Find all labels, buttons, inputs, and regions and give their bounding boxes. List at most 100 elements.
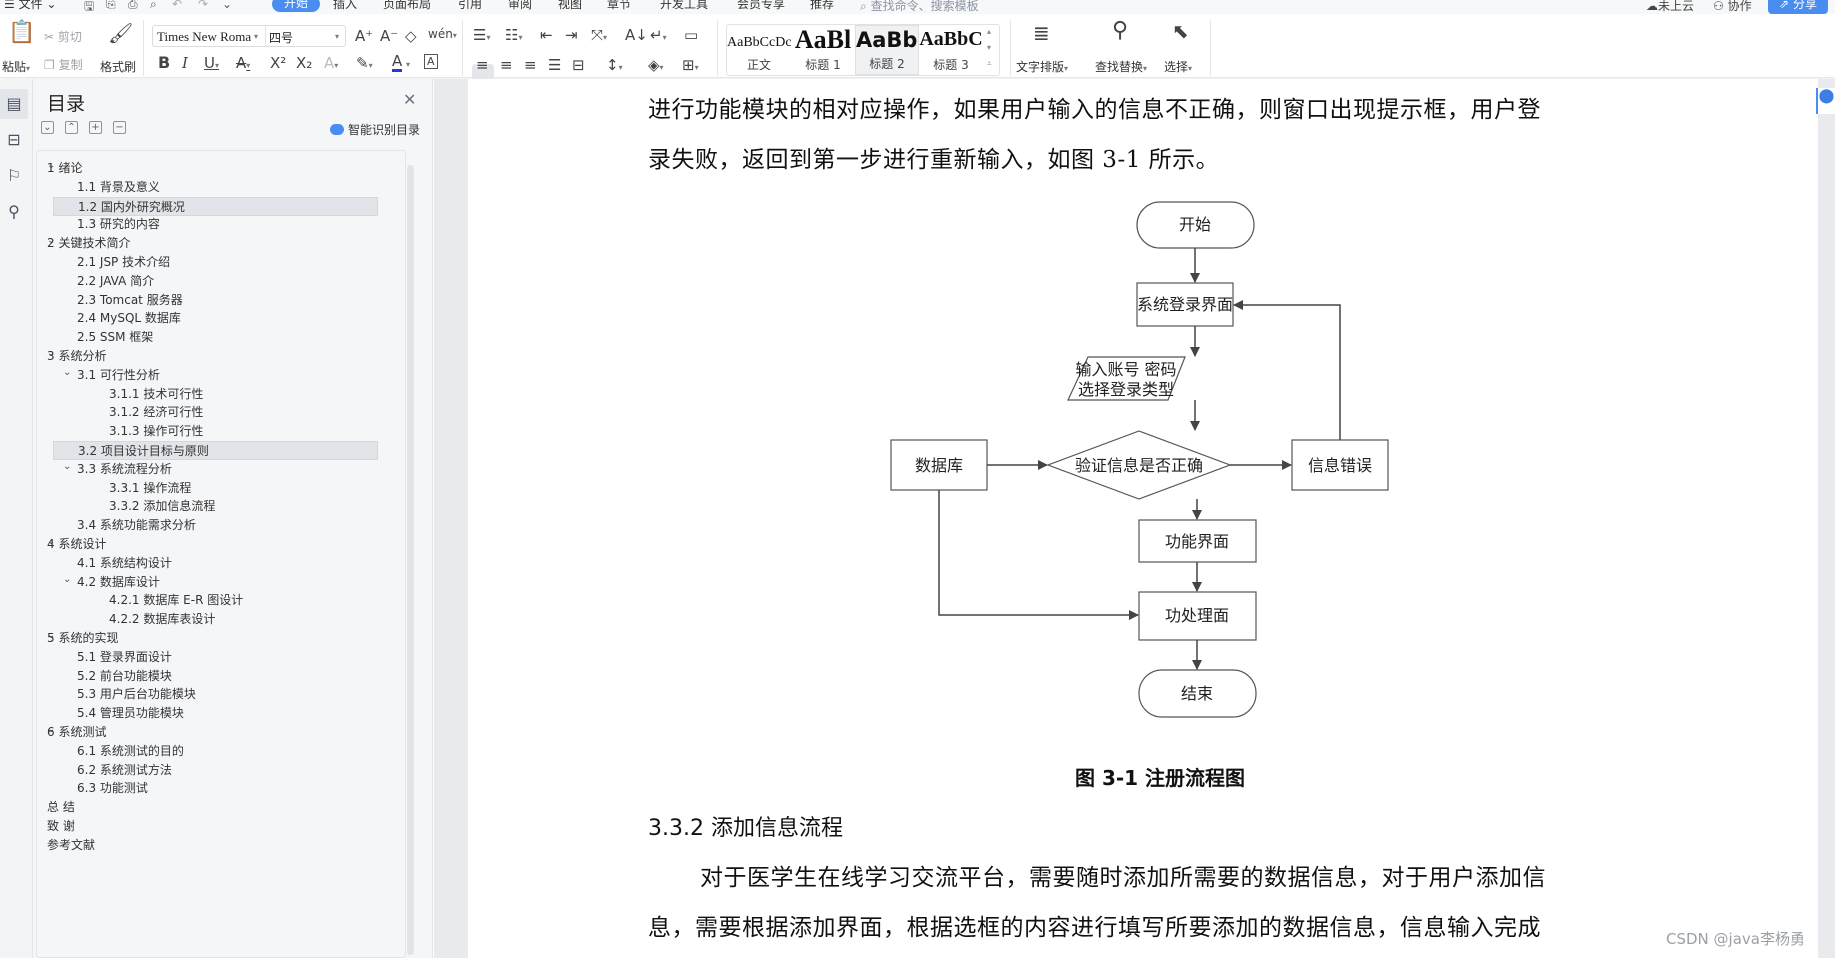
location-pin-icon[interactable]: ⬤ — [1816, 88, 1835, 114]
find-icon[interactable]: ⚲ — [1112, 20, 1128, 42]
toc-item[interactable]: ⌄ 5 系统的实现 — [47, 629, 378, 648]
undo-icon[interactable]: ↶ — [172, 0, 182, 11]
format-painter-icon[interactable]: 🖌 — [108, 23, 133, 43]
align-left-icon[interactable]: ≡ — [476, 56, 489, 74]
toc-item[interactable]: 3.1.1 技术可行性 — [53, 385, 378, 404]
toc-item[interactable]: 5.4 管理员功能模块 — [53, 704, 378, 723]
chevron-down-icon[interactable]: ⌄ — [63, 570, 71, 589]
toc-scrollbar[interactable] — [407, 165, 414, 955]
add-heading-icon[interactable]: + — [89, 121, 102, 134]
toc-item[interactable]: 5.1 登录界面设计 — [53, 648, 378, 667]
char-border-icon[interactable]: A — [424, 54, 438, 69]
select-button[interactable]: 选择▾ — [1164, 58, 1192, 75]
toc-item[interactable]: 1.2 国内外研究概况 — [53, 196, 378, 216]
toc-item[interactable]: 3.3.1 操作流程 — [53, 479, 378, 498]
distribute-icon[interactable]: ⊟ — [572, 56, 585, 74]
line-spacing-icon[interactable]: ↕▾ — [606, 56, 623, 77]
styles-expand-icon[interactable]: ⩡ — [987, 59, 992, 69]
toc-item[interactable]: 5.3 用户后台功能模块 — [53, 685, 378, 704]
font-size-input[interactable]: 四号 — [269, 29, 293, 46]
underline-icon[interactable]: U▾ — [204, 54, 219, 75]
text-direction-icon[interactable]: ⤧▾ — [591, 26, 607, 47]
toc-item[interactable]: 4.2.1 数据库 E-R 图设计 — [53, 591, 378, 610]
tab-member[interactable]: 会员专享 — [737, 0, 785, 11]
toc-item[interactable]: 2.3 Tomcat 服务器 — [53, 291, 378, 310]
paste-button[interactable]: 粘贴▾ — [2, 58, 30, 75]
bold-icon[interactable]: B — [158, 54, 170, 72]
style-heading-2[interactable]: AaBb( 标题 2 — [855, 25, 919, 75]
pinyin-guide-icon[interactable]: wén▾ — [428, 25, 457, 45]
toc-item[interactable]: 4.1 系统结构设计 — [53, 554, 378, 573]
smart-toc-button[interactable]: 智能识别目录 — [330, 121, 420, 138]
paragraph-mark-icon[interactable]: ↵▾ — [650, 26, 667, 47]
expand-up-icon[interactable]: ⌃ — [65, 121, 78, 134]
justify-icon[interactable]: ☰ — [548, 56, 561, 74]
redo-icon[interactable]: ↷ — [198, 0, 208, 11]
style-normal[interactable]: AaBbCcDc 正文 — [727, 25, 791, 75]
toc-item[interactable]: 2.2 JAVA 简介 — [53, 272, 378, 291]
bullet-list-icon[interactable]: ☰▾ — [473, 26, 490, 47]
styles-scroll-up-icon[interactable]: ▴ — [987, 27, 991, 36]
highlight-icon[interactable]: ✎▾ — [356, 54, 373, 75]
style-heading-1[interactable]: AaBl 标题 1 — [791, 25, 855, 75]
toc-item[interactable]: 4.2.2 数据库表设计 — [53, 610, 378, 629]
shading-icon[interactable]: ◈▾ — [648, 56, 664, 77]
text-layout-icon[interactable]: ≣ — [1033, 23, 1050, 43]
styles-scroll-down-icon[interactable]: ▾ — [987, 43, 991, 52]
remove-heading-icon[interactable]: − — [113, 121, 126, 134]
sort-icon[interactable]: A↓ — [625, 26, 648, 44]
toc-item[interactable]: 3.4 系统功能需求分析 — [53, 516, 378, 535]
cursor-select-icon[interactable]: ⬉ — [1172, 21, 1189, 41]
export-icon[interactable]: ⎘ — [106, 0, 116, 12]
toc-item[interactable]: ⌄ 3 系统分析 — [47, 347, 378, 366]
font-color-dropdown-icon[interactable]: ▾ — [406, 60, 410, 69]
toc-item[interactable]: ⌄ 4.2 数据库设计 — [53, 573, 378, 592]
clear-format-icon[interactable]: ◇ — [405, 27, 417, 45]
strikethrough-icon[interactable]: A▾ — [236, 54, 250, 75]
collaborate-button[interactable]: ⚇ 协作 — [1713, 0, 1752, 14]
navigation-pane-icon[interactable]: ⊟ — [0, 125, 28, 155]
toc-item[interactable]: ⌄ 6 系统测试 — [47, 723, 378, 742]
bookmark-icon[interactable]: ⚐ — [0, 161, 28, 191]
toc-item[interactable]: 2.5 SSM 框架 — [53, 328, 378, 347]
subscript-icon[interactable]: X₂ — [296, 54, 312, 72]
tab-review[interactable]: 审阅 — [508, 0, 532, 11]
tab-developer[interactable]: 开发工具 — [660, 0, 708, 11]
borders-icon[interactable]: ⊞▾ — [682, 56, 699, 77]
share-button[interactable]: ⇗ 分享 — [1768, 0, 1828, 14]
toc-item[interactable]: 3.2 项目设计目标与原则 — [53, 441, 378, 460]
close-icon[interactable]: ✕ — [403, 90, 416, 109]
toc-item[interactable]: ⌄ 3.1 可行性分析 — [53, 366, 378, 385]
toc-panel-icon[interactable]: ▤ — [0, 89, 28, 119]
ruler-icon[interactable]: ▭ — [684, 26, 698, 44]
toc-item[interactable]: 6.2 系统测试方法 — [53, 761, 378, 780]
align-center-icon[interactable]: ≡ — [500, 56, 513, 74]
print-preview-icon[interactable]: ⌕ — [150, 0, 157, 12]
toc-item[interactable]: 总 结 — [47, 798, 378, 817]
format-painter-button[interactable]: 格式刷 — [100, 58, 136, 75]
toc-item[interactable]: 5.2 前台功能模块 — [53, 667, 378, 686]
decrease-indent-icon[interactable]: ⇤ — [540, 26, 553, 44]
font-color-icon[interactable]: A — [392, 54, 403, 72]
tab-references[interactable]: 引用 — [458, 0, 482, 11]
print-icon[interactable]: ⎙ — [128, 0, 138, 12]
cut-button[interactable]: ✂ 剪切 — [44, 28, 82, 45]
tab-page-layout[interactable]: 页面布局 — [383, 0, 431, 11]
toc-item[interactable]: 3.1.3 操作可行性 — [53, 422, 378, 441]
superscript-icon[interactable]: X² — [270, 54, 286, 72]
toc-item[interactable]: 致 谢 — [47, 817, 378, 836]
chevron-down-icon[interactable]: ⌄ — [63, 363, 71, 382]
copy-button[interactable]: ❐ 复制 — [44, 56, 83, 73]
toc-item[interactable]: ⌄ 1 绪论 — [47, 159, 378, 178]
cloud-status[interactable]: ☁未上云 — [1646, 0, 1694, 14]
chevron-down-icon[interactable]: ⌄ — [63, 457, 71, 476]
toc-item[interactable]: 1.3 研究的内容 — [53, 215, 378, 234]
paste-icon[interactable]: 📋 — [8, 22, 35, 44]
numbered-list-icon[interactable]: ☷▾ — [505, 26, 522, 47]
toc-item[interactable]: 3.1.2 经济可行性 — [53, 403, 378, 422]
toc-item[interactable]: 1.1 背景及意义 — [53, 178, 378, 197]
file-menu[interactable]: ☰ 文件 ⌄ — [4, 0, 56, 11]
toc-item[interactable]: 6.1 系统测试的目的 — [53, 742, 378, 761]
collapse-all-icon[interactable]: ⌄ — [41, 121, 54, 134]
customize-icon[interactable]: ⌄ — [222, 0, 232, 11]
